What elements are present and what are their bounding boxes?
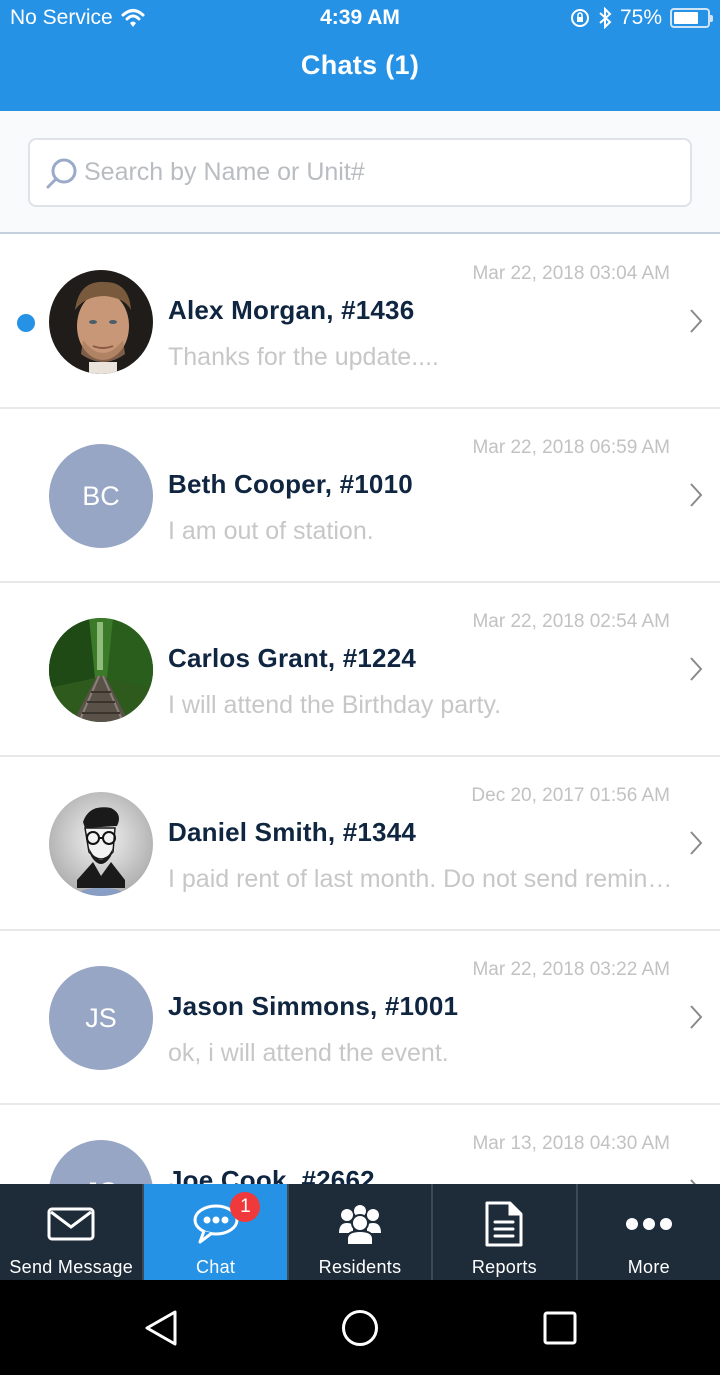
status-right: 75% (570, 6, 713, 30)
chat-timestamp: Mar 13, 2018 04:30 AM (472, 1133, 670, 1154)
chat-timestamp: Dec 20, 2017 01:56 AM (471, 785, 670, 806)
status-left: No Service (10, 6, 145, 30)
chat-preview: Thanks for the update.... (168, 343, 439, 371)
bluetooth-icon (599, 7, 612, 29)
chat-timestamp: Mar 22, 2018 03:04 AM (472, 263, 670, 284)
battery-fill (674, 12, 698, 24)
envelope-icon (47, 1207, 95, 1241)
chevron-right-icon (690, 1005, 703, 1029)
tab-reports[interactable]: Reports (433, 1184, 578, 1280)
tab-label: Reports (471, 1257, 537, 1277)
recents-icon[interactable] (540, 1308, 580, 1348)
tab-residents[interactable]: Residents (289, 1184, 434, 1280)
chats-screen: No Service 4:39 AM 75% Chats (1) Search … (0, 0, 720, 1375)
tab-chat[interactable]: 1 Chat (144, 1184, 289, 1280)
more-dots-icon (625, 1218, 672, 1230)
chat-preview: I paid rent of last month. Do not send r… (168, 865, 673, 893)
rotation-lock-icon (570, 9, 589, 27)
tab-label: More (627, 1257, 670, 1277)
chevron-right-icon (690, 831, 703, 855)
tab-label: Send Message (9, 1257, 134, 1277)
avatar (49, 270, 153, 374)
avatar-initials: JS (85, 1002, 117, 1033)
chat-row[interactable]: JC Mar 13, 2018 04:30 AM Joe Cook, #2662 (0, 1105, 720, 1184)
chevron-right-icon (690, 657, 703, 681)
avatar-photo-portrait (49, 270, 153, 374)
avatar (49, 792, 153, 896)
chat-row[interactable]: BC Mar 22, 2018 06:59 AM Beth Cooper, #1… (0, 409, 720, 583)
status-bar: No Service 4:39 AM 75% (0, 0, 720, 38)
chat-list[interactable]: Mar 22, 2018 03:04 AM Alex Morgan, #1436… (0, 235, 720, 1184)
unread-indicator (17, 314, 35, 332)
people-group-icon (339, 1205, 382, 1245)
chat-timestamp: Mar 22, 2018 03:22 AM (472, 959, 670, 980)
search-input[interactable] (84, 158, 664, 187)
avatar-photo-railway (49, 618, 153, 722)
chat-preview: I will attend the Birthday party. (168, 691, 502, 719)
chat-preview: I am out of station. (168, 517, 374, 545)
unread-badge: 1 (230, 1192, 261, 1222)
clock-label: 4:39 AM (320, 6, 400, 29)
avatar-photo-hipster (49, 792, 153, 896)
chat-row[interactable]: JS Mar 22, 2018 03:22 AM Jason Simmons, … (0, 931, 720, 1105)
chat-name: Carlos Grant, #1224 (168, 643, 417, 673)
chat-preview: ok, i will attend the event. (168, 1039, 449, 1067)
home-icon[interactable] (340, 1308, 380, 1348)
chevron-right-icon (690, 1179, 696, 1184)
chat-row[interactable]: Dec 20, 2017 01:56 AM Daniel Smith, #134… (0, 757, 720, 931)
search-area (0, 111, 720, 234)
system-nav-bar (0, 1280, 720, 1375)
back-icon[interactable] (141, 1308, 181, 1348)
chat-name: Alex Morgan, #1436 (168, 295, 415, 325)
avatar (49, 618, 153, 722)
search-icon (46, 158, 77, 188)
chevron-right-icon (690, 483, 703, 507)
chat-timestamp: Mar 22, 2018 06:59 AM (472, 437, 670, 458)
wifi-icon (121, 9, 145, 27)
chat-name: Beth Cooper, #1010 (168, 469, 413, 499)
chat-name: Daniel Smith, #1344 (168, 817, 417, 847)
page-title: Chats (1) (300, 50, 420, 80)
app-header: No Service 4:39 AM 75% Chats (1) (0, 0, 720, 111)
chat-name: Joe Cook, #2662 (168, 1165, 375, 1184)
chevron-right-icon (690, 309, 703, 333)
carrier-label: No Service (10, 6, 113, 29)
tab-label: Residents (318, 1257, 402, 1277)
avatar-initials: BC (82, 480, 120, 511)
tab-label: Chat (195, 1257, 236, 1277)
avatar: JS (49, 966, 153, 1070)
avatar: BC (49, 444, 153, 548)
chat-row[interactable]: Mar 22, 2018 02:54 AM Carlos Grant, #122… (0, 583, 720, 757)
search-box[interactable] (28, 138, 692, 207)
document-icon (485, 1201, 523, 1247)
battery-percent: 75% (619, 6, 662, 29)
tab-more[interactable]: More (578, 1184, 720, 1280)
avatar: JC (49, 1140, 153, 1184)
tab-send-message[interactable]: Send Message (0, 1184, 145, 1280)
chat-name: Jason Simmons, #1001 (168, 991, 459, 1021)
chat-timestamp: Mar 22, 2018 02:54 AM (472, 611, 670, 632)
bottom-tab-bar: Send Message 1 Chat Residents Reports Mo… (0, 1184, 720, 1280)
chat-row[interactable]: Mar 22, 2018 03:04 AM Alex Morgan, #1436… (0, 235, 720, 409)
battery-icon (670, 8, 713, 28)
avatar-initials: JC (85, 1177, 118, 1185)
